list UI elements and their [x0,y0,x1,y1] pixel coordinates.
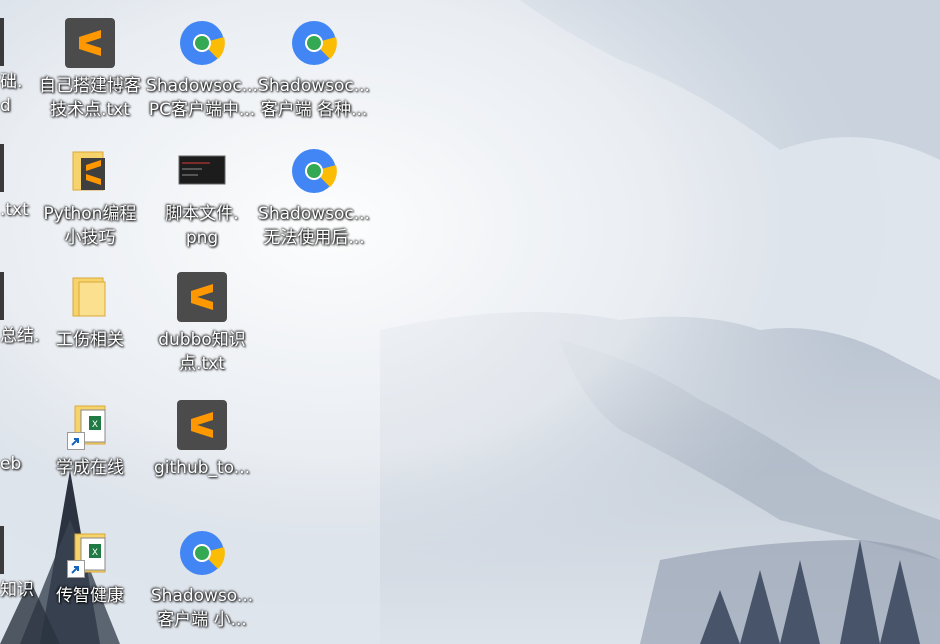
sublime-text-icon [175,398,229,452]
shortcut-arrow-icon [67,432,85,450]
desktop[interactable]: 础. d .txt 总结. eb 知识 自己搭建博客 技术点.txt Pytho… [0,0,940,644]
sublime-text-icon [63,16,117,70]
chrome-html-icon [175,16,229,70]
icon-label: 脚本文件. png [165,204,239,248]
icon-label: 传智健康 [56,586,124,606]
desktop-icon-python-tips-folder[interactable]: Python编程 小技巧 [34,144,146,250]
chrome-html-icon [287,144,341,198]
desktop-icon-shadowsocks-client-small[interactable]: Shadowso... 客户端 小... [146,526,258,632]
chrome-html-icon [287,16,341,70]
partial-icon-2[interactable] [0,144,4,192]
svg-text:X: X [92,548,98,558]
partial-label-5: 知识 [0,580,34,600]
partial-icon-1[interactable] [0,18,4,66]
icon-label: 自己搭建博客 技术点.txt [39,76,141,120]
excel-shortcut-icon: X [63,398,117,452]
folder-icon [63,270,117,324]
icon-label: 工伤相关 [56,330,124,350]
icon-label: Shadowsoc... 客户端 各种... [258,76,370,120]
sublime-text-icon [175,270,229,324]
desktop-icon-github-to[interactable]: github_to... [146,398,258,480]
excel-shortcut-icon: X [63,526,117,580]
desktop-icon-dubbo-knowledge[interactable]: dubbo知识 点.txt [146,270,258,376]
icon-label: Python编程 小技巧 [43,204,137,248]
chrome-html-icon [175,526,229,580]
folder-icon [63,144,117,198]
partial-icon-3[interactable] [0,272,4,320]
icon-label: 学成在线 [56,458,124,478]
desktop-icon-xuecheng-online[interactable]: X 学成在线 [34,398,146,480]
desktop-icon-shadowsocks-client-types[interactable]: Shadowsoc... 客户端 各种... [258,16,370,122]
partial-label-4: eb [0,454,22,474]
partial-label-1: 础. d [0,72,23,116]
svg-text:X: X [92,420,98,430]
icon-label: github_to... [154,458,250,478]
partial-label-2: .txt [0,200,29,220]
desktop-icon-work-injury-folder[interactable]: 工伤相关 [34,270,146,352]
shortcut-arrow-icon [67,560,85,578]
partial-icon-5[interactable] [0,526,4,574]
image-file-icon [175,144,229,198]
desktop-icon-blog-setup-notes[interactable]: 自己搭建博客 技术点.txt [34,16,146,122]
icon-label: dubbo知识 点.txt [158,330,246,374]
desktop-icon-chuanzhi-health[interactable]: X 传智健康 [34,526,146,608]
icon-label: Shadowsoc... PC客户端中... [146,76,258,120]
icon-label: Shadowso... 客户端 小... [150,586,254,630]
desktop-icon-shadowsocks-cannot-use[interactable]: Shadowsoc... 无法使用后... [258,144,370,250]
icon-label: Shadowsoc... 无法使用后... [258,204,370,248]
desktop-icon-script-file-png[interactable]: 脚本文件. png [146,144,258,250]
desktop-icon-shadowsocks-pc-client[interactable]: Shadowsoc... PC客户端中... [146,16,258,122]
